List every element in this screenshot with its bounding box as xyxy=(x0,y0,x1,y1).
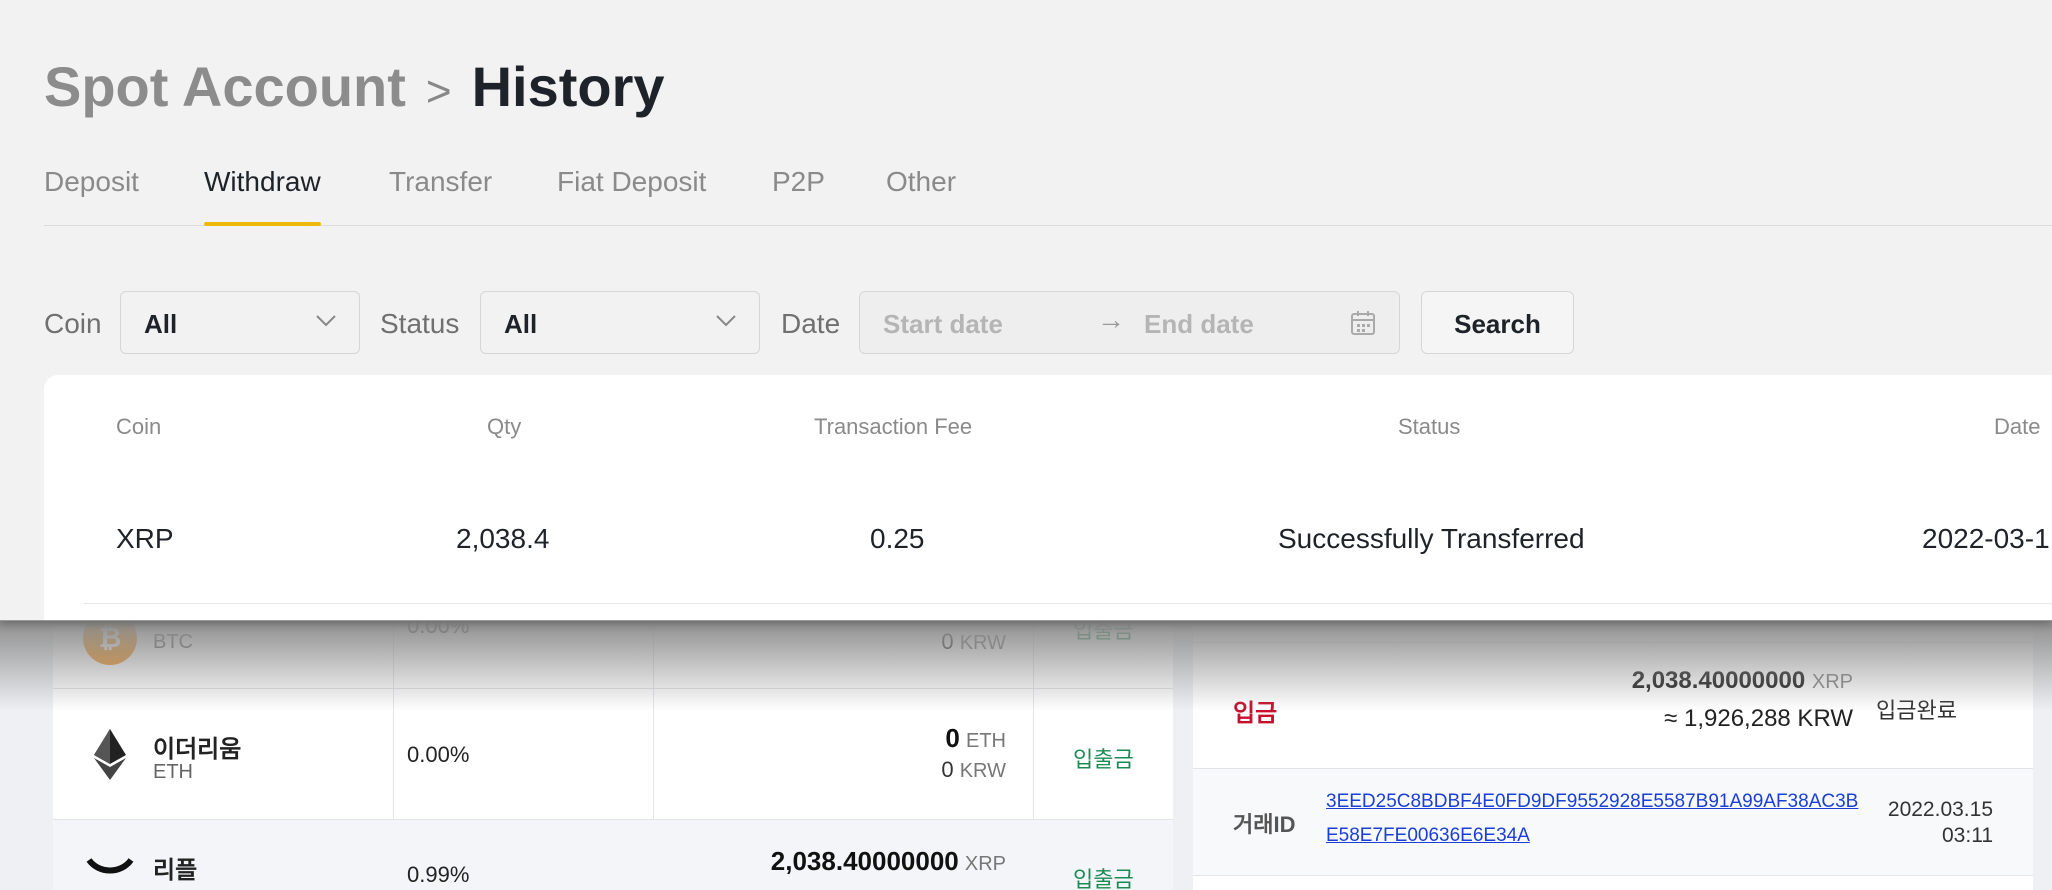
krw-unit: KRW xyxy=(959,632,1006,654)
binance-screenshot: Spot Account > History Deposit Withdraw Tr… xyxy=(0,0,2052,621)
cell-date: 2022-03-1 xyxy=(1922,523,2050,554)
cell-qty: 2,038.4 xyxy=(456,523,550,554)
status-select[interactable]: All xyxy=(480,291,760,354)
search-button[interactable]: Search xyxy=(1421,291,1574,354)
breadcrumb-separator: > xyxy=(425,67,452,116)
tab-deposit[interactable]: Deposit xyxy=(44,166,139,198)
column-header-qty: Qty xyxy=(487,414,522,439)
txid-link[interactable]: 3EED25C8BDBF4E0FD9DF9552928E5587B91A99AF… xyxy=(1326,785,1866,853)
asset-symbol: BTC xyxy=(153,631,193,653)
status-select-value: All xyxy=(504,309,538,339)
chevron-down-icon xyxy=(315,314,337,333)
asset-row-eth[interactable]: 이더리움 ETH 0.00% 0 ETH 0 KRW 입출금 xyxy=(53,689,1173,820)
krw-unit: KRW xyxy=(959,760,1006,782)
asset-symbol: ETH xyxy=(153,761,193,783)
asset-percent: 0.00% xyxy=(407,742,470,767)
chevron-down-icon xyxy=(715,314,737,333)
asset-row-xrp[interactable]: 리플 0.99% 2,038.40000000 XRP 입출금 xyxy=(53,820,1173,890)
tab-fiat-deposit[interactable]: Fiat Deposit xyxy=(557,166,706,198)
deposit-withdraw-link[interactable]: 입출금 xyxy=(1073,742,1134,774)
history-tabs: Deposit Withdraw Transfer Fiat Deposit P… xyxy=(44,166,2052,226)
asset-amount: 2,038.40000000 XRP xyxy=(771,846,1006,877)
asset-name: 이더리움 xyxy=(153,736,242,763)
asset-krw: 0 KRW xyxy=(941,629,1006,655)
start-date-input[interactable]: Start date xyxy=(883,309,1003,340)
row-divider xyxy=(84,603,2052,604)
amount-value: 0 xyxy=(945,723,960,753)
cell-status: Successfully Transferred xyxy=(1278,523,1585,554)
krw-approx: ≈ 1,926,288 KRW xyxy=(1664,705,1853,732)
transaction-time: 03:11 xyxy=(1942,824,1993,847)
transaction-amount: 2,038.40000000 XRP xyxy=(1632,667,1853,695)
upbit-screenshot: ₿ BTC 0.00% 0 KRW 입출금 이더리움 ETH 0.00% 0 E… xyxy=(0,621,2052,890)
cell-coin: XRP xyxy=(116,523,174,554)
coin-filter-label: Coin xyxy=(44,308,102,339)
column-header-status: Status xyxy=(1398,414,1461,439)
deposit-withdraw-link[interactable]: 입출금 xyxy=(1073,862,1134,890)
krw-value: 0 xyxy=(941,757,954,782)
tab-withdraw[interactable]: Withdraw xyxy=(204,166,321,226)
deposit-withdraw-link[interactable]: 입출금 xyxy=(1073,621,1134,645)
tab-transfer[interactable]: Transfer xyxy=(389,166,492,198)
amount-value: 2,038.40000000 xyxy=(1631,667,1806,694)
breadcrumb: Spot Account > History xyxy=(44,54,665,119)
amount-unit: XRP xyxy=(964,853,1006,875)
history-row-previous xyxy=(1193,621,2033,643)
breadcrumb-parent[interactable]: Spot Account xyxy=(44,55,406,118)
asset-row-btc[interactable]: ₿ BTC 0.00% 0 KRW 입출금 xyxy=(53,621,1173,689)
asset-amount: 0 ETH xyxy=(945,723,1006,754)
column-header-fee: Transaction Fee xyxy=(814,414,973,439)
column-header-coin: Coin xyxy=(116,414,162,439)
ripple-icon xyxy=(83,856,137,890)
withdraw-history-table: Coin Qty Transaction Fee Status Date XRP… xyxy=(44,375,2052,620)
end-date-input[interactable]: End date xyxy=(1144,309,1254,340)
page-title: History xyxy=(471,55,665,118)
asset-krw: 0 KRW xyxy=(941,757,1006,783)
date-range-picker[interactable]: Start date → End date xyxy=(859,291,1400,354)
asset-percent: 0.00% xyxy=(407,621,470,638)
calendar-icon[interactable] xyxy=(1349,309,1377,342)
arrow-right-icon: → xyxy=(1097,304,1125,335)
transaction-history-panel: 입금 2,038.40000000 XRP ≈ 1,926,288 KRW 입금… xyxy=(1193,621,2033,890)
svg-text:₿: ₿ xyxy=(99,622,122,653)
tab-other[interactable]: Other xyxy=(886,166,956,198)
search-button-label: Search xyxy=(1454,309,1541,339)
column-header-date: Date xyxy=(1994,414,2041,439)
transaction-datetime: 2022.03.15 03:11 xyxy=(1853,797,1993,849)
tab-p2p[interactable]: P2P xyxy=(772,166,825,198)
txid-label: 거래ID xyxy=(1233,812,1296,837)
status-filter-label: Status xyxy=(380,308,460,339)
history-row[interactable]: 입금 2,038.40000000 XRP ≈ 1,926,288 KRW 입금… xyxy=(1193,643,2033,769)
ethereum-icon xyxy=(83,727,137,781)
amount-unit: ETH xyxy=(966,730,1006,752)
krw-value: 0 xyxy=(941,629,954,654)
amount-unit: XRP xyxy=(1811,671,1853,693)
asset-list-panel: ₿ BTC 0.00% 0 KRW 입출금 이더리움 ETH 0.00% 0 E… xyxy=(53,621,1173,890)
bitcoin-icon: ₿ xyxy=(83,621,137,665)
date-filter-label: Date xyxy=(781,308,841,339)
asset-name: 리플 xyxy=(153,857,198,884)
asset-percent: 0.99% xyxy=(407,862,470,887)
transaction-status: 입금완료 xyxy=(1876,698,1957,723)
txid-row: 거래ID 3EED25C8BDBF4E0FD9DF9552928E5587B91… xyxy=(1193,769,2033,876)
coin-select[interactable]: All xyxy=(120,291,360,354)
cell-fee: 0.25 xyxy=(870,523,925,554)
amount-value: 2,038.40000000 xyxy=(770,846,959,876)
transaction-type: 입금 xyxy=(1233,700,1278,727)
coin-select-value: All xyxy=(144,309,178,339)
transaction-date: 2022.03.15 xyxy=(1887,798,1993,821)
